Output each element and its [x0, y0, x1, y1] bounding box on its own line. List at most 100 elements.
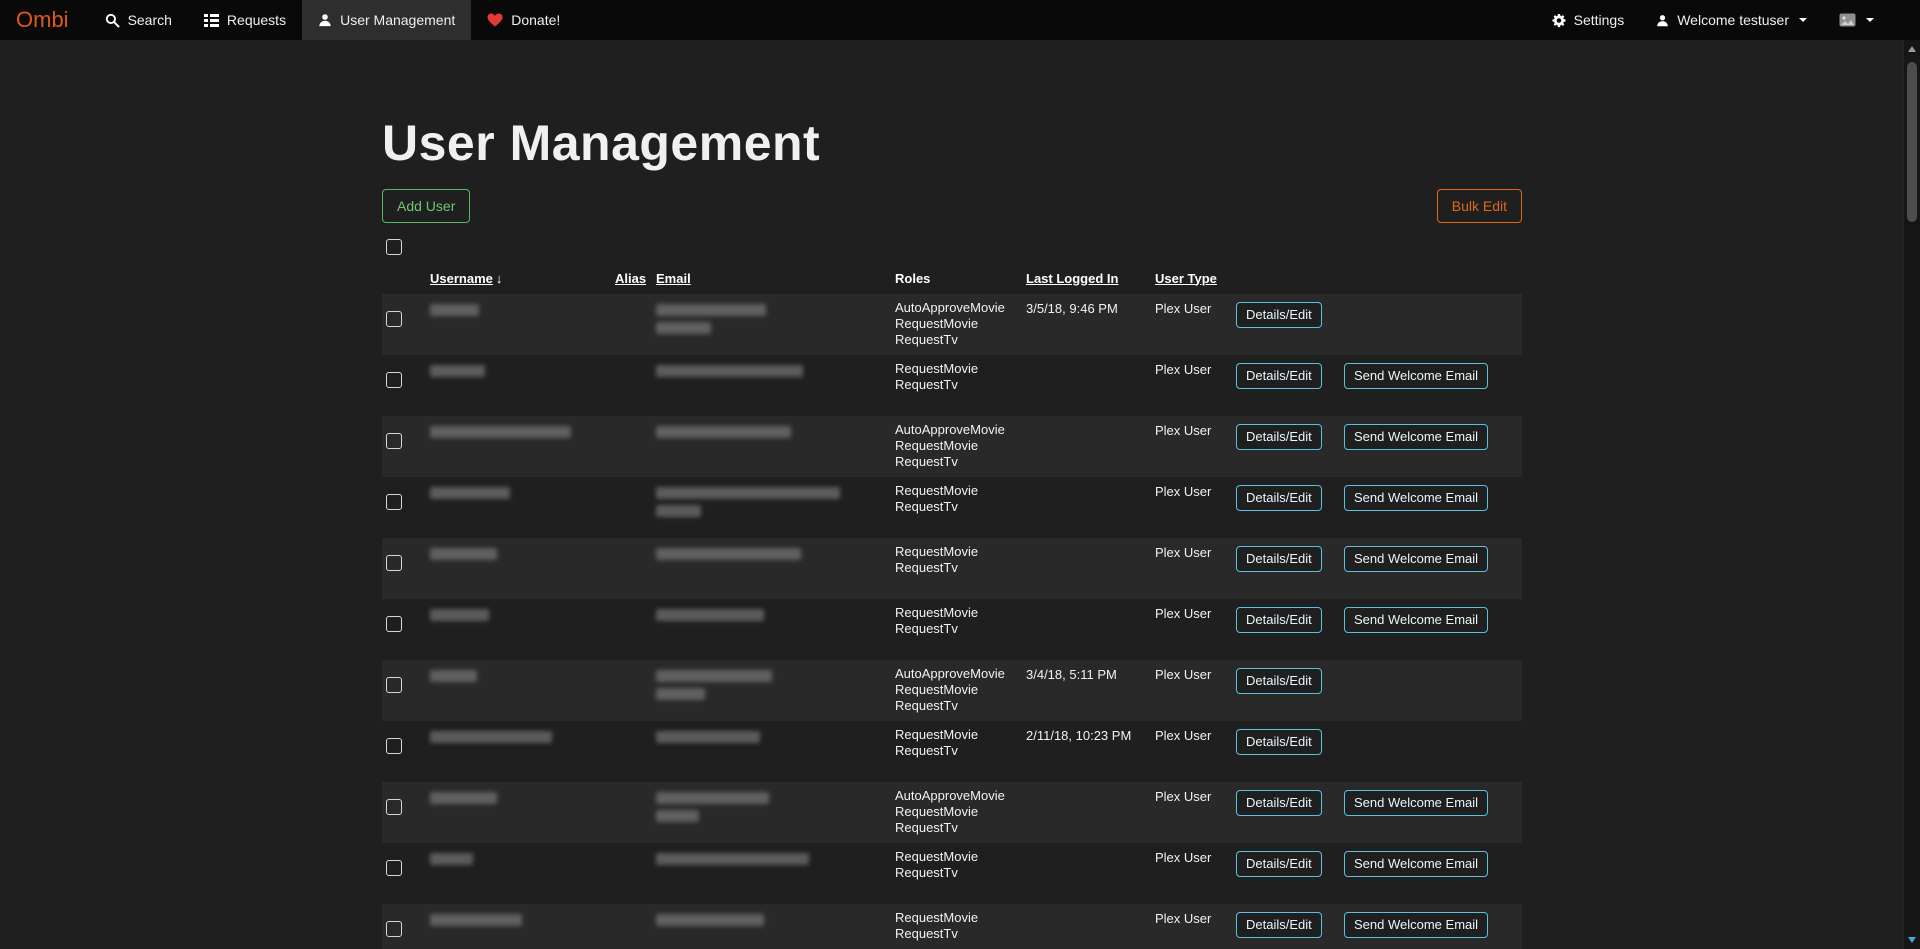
email-cell [656, 361, 895, 377]
details-edit-button[interactable]: Details/Edit [1236, 485, 1322, 511]
email-cell [656, 605, 895, 621]
row-checkbox[interactable] [386, 860, 402, 876]
row-checkbox[interactable] [386, 799, 402, 815]
details-edit-button[interactable]: Details/Edit [1236, 912, 1322, 938]
user-type-cell: Plex User [1155, 422, 1236, 439]
requests-list-icon [204, 14, 219, 27]
user-icon [318, 13, 332, 27]
row-checkbox[interactable] [386, 677, 402, 693]
user-type-cell: Plex User [1155, 605, 1236, 622]
row-checkbox[interactable] [386, 372, 402, 388]
vertical-scrollbar[interactable] [1903, 40, 1920, 949]
email-redacted [656, 548, 801, 560]
details-edit-button[interactable]: Details/Edit [1236, 668, 1322, 694]
table-header: Username↓ Alias Email Roles Last Logged … [382, 265, 1522, 294]
add-user-button[interactable]: Add User [382, 189, 470, 223]
username-redacted [430, 731, 552, 743]
roles-cell: RequestMovie RequestTv [895, 483, 1026, 515]
nav-item-user-management[interactable]: User Management [302, 0, 471, 40]
send-welcome-email-button[interactable]: Send Welcome Email [1344, 424, 1488, 450]
ombi-logo[interactable]: Ombi [0, 0, 89, 40]
main-content: User Management Add User Bulk Edit Usern… [382, 0, 1522, 949]
send-welcome-email-button[interactable]: Send Welcome Email [1344, 851, 1488, 877]
row-checkbox[interactable] [386, 616, 402, 632]
user-type-cell: Plex User [1155, 727, 1236, 744]
profile-image-menu[interactable] [1823, 0, 1890, 40]
row-checkbox[interactable] [386, 921, 402, 937]
welcome-user-label: Welcome testuser [1677, 12, 1789, 28]
row-checkbox[interactable] [386, 311, 402, 327]
nav-item-label: Requests [227, 12, 286, 28]
email-cell [656, 910, 895, 926]
nav-item-requests[interactable]: Requests [188, 0, 302, 40]
last-logged-in-cell [1026, 910, 1155, 911]
send-welcome-email-button[interactable]: Send Welcome Email [1344, 485, 1488, 511]
row-checkbox[interactable] [386, 555, 402, 571]
user-type-cell: Plex User [1155, 300, 1236, 317]
email-redacted-line2 [656, 810, 699, 822]
last-logged-in-cell [1026, 788, 1155, 789]
roles-cell: RequestMovie RequestTv [895, 727, 1026, 759]
username-redacted [430, 304, 479, 316]
email-cell [656, 727, 895, 743]
scrollbar-thumb[interactable] [1907, 62, 1917, 222]
column-header-alias[interactable]: Alias [615, 271, 656, 286]
profile-image-icon [1839, 13, 1856, 27]
sort-desc-icon: ↓ [496, 271, 503, 286]
user-table-body: AutoApproveMovie RequestMovie RequestTv … [382, 294, 1522, 949]
username-redacted [430, 609, 489, 621]
details-edit-button[interactable]: Details/Edit [1236, 851, 1322, 877]
email-redacted [656, 731, 760, 743]
roles-cell: RequestMovie RequestTv [895, 849, 1026, 881]
email-cell [656, 483, 895, 517]
row-checkbox[interactable] [386, 494, 402, 510]
email-redacted-line2 [656, 688, 705, 700]
details-edit-button[interactable]: Details/Edit [1236, 424, 1322, 450]
username-redacted [430, 548, 497, 560]
roles-cell: RequestMovie RequestTv [895, 544, 1026, 576]
last-logged-in-cell [1026, 483, 1155, 484]
roles-cell: AutoApproveMovie RequestMovie RequestTv [895, 422, 1026, 470]
column-header-username[interactable]: Username↓ [430, 271, 615, 286]
column-header-user-type[interactable]: User Type [1155, 271, 1236, 286]
column-header-email[interactable]: Email [656, 271, 895, 286]
chevron-down-icon [1866, 18, 1874, 22]
table-row: AutoApproveMovie RequestMovie RequestTv … [382, 294, 1522, 355]
last-logged-in-cell [1026, 422, 1155, 423]
send-welcome-email-button[interactable]: Send Welcome Email [1344, 912, 1488, 938]
send-welcome-email-button[interactable]: Send Welcome Email [1344, 607, 1488, 633]
details-edit-button[interactable]: Details/Edit [1236, 607, 1322, 633]
nav-item-settings[interactable]: Settings [1535, 0, 1641, 40]
details-edit-button[interactable]: Details/Edit [1236, 729, 1322, 755]
details-edit-button[interactable]: Details/Edit [1236, 546, 1322, 572]
table-row: RequestMovie RequestTv Plex User Details… [382, 538, 1522, 599]
scroll-up-arrow-icon[interactable] [1908, 46, 1916, 52]
nav-item-donate[interactable]: Donate! [471, 0, 576, 40]
send-welcome-email-button[interactable]: Send Welcome Email [1344, 790, 1488, 816]
nav-item-search[interactable]: Search [89, 0, 188, 40]
scroll-down-arrow-icon[interactable] [1908, 937, 1916, 943]
user-menu[interactable]: Welcome testuser [1640, 0, 1823, 40]
username-redacted [430, 670, 477, 682]
user-type-cell: Plex User [1155, 666, 1236, 683]
user-type-cell: Plex User [1155, 788, 1236, 805]
details-edit-button[interactable]: Details/Edit [1236, 363, 1322, 389]
details-edit-button[interactable]: Details/Edit [1236, 302, 1322, 328]
details-edit-button[interactable]: Details/Edit [1236, 790, 1322, 816]
user-icon [1656, 14, 1669, 27]
column-header-last-logged-in[interactable]: Last Logged In [1026, 271, 1155, 286]
gear-icon [1551, 13, 1566, 28]
send-welcome-email-button[interactable]: Send Welcome Email [1344, 546, 1488, 572]
email-redacted [656, 853, 809, 865]
email-cell [656, 788, 895, 822]
table-row: AutoApproveMovie RequestMovie RequestTv … [382, 782, 1522, 843]
row-checkbox[interactable] [386, 433, 402, 449]
bulk-edit-button[interactable]: Bulk Edit [1437, 189, 1522, 223]
last-logged-in-cell [1026, 605, 1155, 606]
page-title: User Management [382, 115, 1522, 173]
username-redacted [430, 792, 497, 804]
row-checkbox[interactable] [386, 738, 402, 754]
send-welcome-email-button[interactable]: Send Welcome Email [1344, 363, 1488, 389]
select-all-checkbox[interactable] [386, 239, 402, 255]
nav-item-label: Donate! [511, 12, 560, 28]
